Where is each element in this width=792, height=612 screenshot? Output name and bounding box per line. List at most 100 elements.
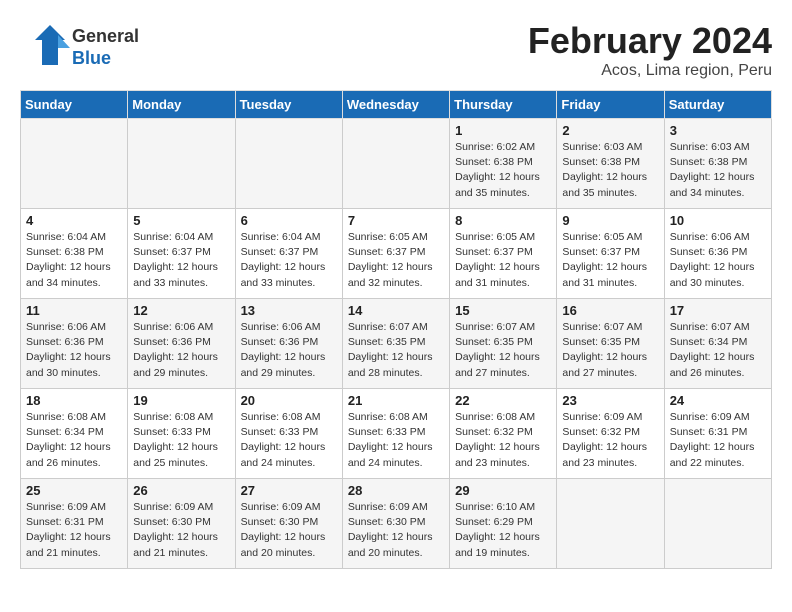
day-info: Sunrise: 6:02 AM Sunset: 6:38 PM Dayligh… <box>455 140 551 201</box>
day-number: 1 <box>455 123 551 138</box>
day-cell: 21 Sunrise: 6:08 AM Sunset: 6:33 PM Dayli… <box>342 389 449 479</box>
day-cell: 8Sunrise: 6:05 AM Sunset: 6:37 PM Daylig… <box>450 209 557 299</box>
day-cell: 14 Sunrise: 6:07 AM Sunset: 6:35 PM Dayli… <box>342 299 449 389</box>
day-number: 8 <box>455 213 551 228</box>
day-cell: 9 Sunrise: 6:05 AM Sunset: 6:37 PM Daylig… <box>557 209 664 299</box>
day-cell <box>557 479 664 569</box>
day-info: Sunrise: 6:07 AM Sunset: 6:35 PM Dayligh… <box>562 320 658 381</box>
day-info: Sunrise: 6:06 AM Sunset: 6:36 PM Dayligh… <box>26 320 122 381</box>
week-row-1: 1 Sunrise: 6:02 AM Sunset: 6:38 PM Daylig… <box>21 119 772 209</box>
day-number: 2 <box>562 123 658 138</box>
day-cell <box>342 119 449 209</box>
day-info: Sunrise: 6:06 AM Sunset: 6:36 PM Dayligh… <box>241 320 337 381</box>
day-number: 24 <box>670 393 766 408</box>
day-info: Sunrise: 6:07 AM Sunset: 6:35 PM Dayligh… <box>455 320 551 381</box>
day-cell: 20 Sunrise: 6:08 AM Sunset: 6:33 PM Dayli… <box>235 389 342 479</box>
day-info: Sunrise: 6:07 AM Sunset: 6:34 PM Dayligh… <box>670 320 766 381</box>
day-cell <box>128 119 235 209</box>
day-info: Sunrise: 6:09 AM Sunset: 6:32 PM Dayligh… <box>562 410 658 471</box>
day-info: Sunrise: 6:07 AM Sunset: 6:35 PM Dayligh… <box>348 320 444 381</box>
day-cell: 2 Sunrise: 6:03 AM Sunset: 6:38 PM Daylig… <box>557 119 664 209</box>
page-subtitle: Acos, Lima region, Peru <box>528 62 772 80</box>
day-cell: 28Sunrise: 6:09 AM Sunset: 6:30 PM Dayli… <box>342 479 449 569</box>
day-number: 9 <box>562 213 658 228</box>
day-info: Sunrise: 6:08 AM Sunset: 6:33 PM Dayligh… <box>133 410 229 471</box>
day-number: 6 <box>241 213 337 228</box>
day-number: 23 <box>562 393 658 408</box>
day-cell: 1 Sunrise: 6:02 AM Sunset: 6:38 PM Daylig… <box>450 119 557 209</box>
day-cell: 6 Sunrise: 6:04 AM Sunset: 6:37 PM Daylig… <box>235 209 342 299</box>
day-number: 3 <box>670 123 766 138</box>
logo-text-line2: Blue <box>72 48 139 70</box>
day-cell: 29Sunrise: 6:10 AM Sunset: 6:29 PM Dayli… <box>450 479 557 569</box>
calendar-table: SundayMondayTuesdayWednesdayThursdayFrid… <box>20 90 772 569</box>
day-cell: 7 Sunrise: 6:05 AM Sunset: 6:37 PM Daylig… <box>342 209 449 299</box>
day-number: 4 <box>26 213 122 228</box>
day-number: 19 <box>133 393 229 408</box>
day-number: 17 <box>670 303 766 318</box>
day-info: Sunrise: 6:09 AM Sunset: 6:30 PM Dayligh… <box>133 500 229 561</box>
header-cell-saturday: Saturday <box>664 91 771 119</box>
header-cell-monday: Monday <box>128 91 235 119</box>
day-info: Sunrise: 6:03 AM Sunset: 6:38 PM Dayligh… <box>562 140 658 201</box>
day-info: Sunrise: 6:08 AM Sunset: 6:33 PM Dayligh… <box>241 410 337 471</box>
day-cell: 13Sunrise: 6:06 AM Sunset: 6:36 PM Dayli… <box>235 299 342 389</box>
day-number: 21 <box>348 393 444 408</box>
day-info: Sunrise: 6:08 AM Sunset: 6:33 PM Dayligh… <box>348 410 444 471</box>
week-row-5: 25Sunrise: 6:09 AM Sunset: 6:31 PM Dayli… <box>21 479 772 569</box>
week-row-2: 4Sunrise: 6:04 AM Sunset: 6:38 PM Daylig… <box>21 209 772 299</box>
day-info: Sunrise: 6:08 AM Sunset: 6:34 PM Dayligh… <box>26 410 122 471</box>
day-info: Sunrise: 6:05 AM Sunset: 6:37 PM Dayligh… <box>562 230 658 291</box>
day-info: Sunrise: 6:09 AM Sunset: 6:31 PM Dayligh… <box>670 410 766 471</box>
day-info: Sunrise: 6:03 AM Sunset: 6:38 PM Dayligh… <box>670 140 766 201</box>
day-number: 16 <box>562 303 658 318</box>
week-row-3: 11 Sunrise: 6:06 AM Sunset: 6:36 PM Dayli… <box>21 299 772 389</box>
day-number: 27 <box>241 483 337 498</box>
day-number: 5 <box>133 213 229 228</box>
day-cell: 18 Sunrise: 6:08 AM Sunset: 6:34 PM Dayli… <box>21 389 128 479</box>
page-header: General Blue February 2024 Acos, Lima re… <box>20 20 772 80</box>
day-cell <box>664 479 771 569</box>
day-number: 14 <box>348 303 444 318</box>
title-block: February 2024 Acos, Lima region, Peru <box>528 20 772 80</box>
day-number: 28 <box>348 483 444 498</box>
day-number: 29 <box>455 483 551 498</box>
calendar-body: 1 Sunrise: 6:02 AM Sunset: 6:38 PM Daylig… <box>21 119 772 569</box>
header-cell-friday: Friday <box>557 91 664 119</box>
day-cell: 11 Sunrise: 6:06 AM Sunset: 6:36 PM Dayli… <box>21 299 128 389</box>
day-number: 20 <box>241 393 337 408</box>
day-info: Sunrise: 6:08 AM Sunset: 6:32 PM Dayligh… <box>455 410 551 471</box>
day-cell: 12 Sunrise: 6:06 AM Sunset: 6:36 PM Dayli… <box>128 299 235 389</box>
day-info: Sunrise: 6:06 AM Sunset: 6:36 PM Dayligh… <box>133 320 229 381</box>
day-cell: 19 Sunrise: 6:08 AM Sunset: 6:33 PM Dayli… <box>128 389 235 479</box>
day-number: 10 <box>670 213 766 228</box>
day-number: 7 <box>348 213 444 228</box>
day-number: 22 <box>455 393 551 408</box>
day-cell: 24 Sunrise: 6:09 AM Sunset: 6:31 PM Dayli… <box>664 389 771 479</box>
day-cell: 27 Sunrise: 6:09 AM Sunset: 6:30 PM Dayli… <box>235 479 342 569</box>
day-cell: 17 Sunrise: 6:07 AM Sunset: 6:34 PM Dayli… <box>664 299 771 389</box>
day-cell <box>235 119 342 209</box>
day-cell: 22 Sunrise: 6:08 AM Sunset: 6:32 PM Dayli… <box>450 389 557 479</box>
day-cell: 5Sunrise: 6:04 AM Sunset: 6:37 PM Daylig… <box>128 209 235 299</box>
day-info: Sunrise: 6:05 AM Sunset: 6:37 PM Dayligh… <box>348 230 444 291</box>
day-cell <box>21 119 128 209</box>
header-cell-sunday: Sunday <box>21 91 128 119</box>
day-cell: 3 Sunrise: 6:03 AM Sunset: 6:38 PM Daylig… <box>664 119 771 209</box>
day-number: 15 <box>455 303 551 318</box>
header-cell-tuesday: Tuesday <box>235 91 342 119</box>
day-info: Sunrise: 6:09 AM Sunset: 6:30 PM Dayligh… <box>241 500 337 561</box>
day-cell: 15 Sunrise: 6:07 AM Sunset: 6:35 PM Dayli… <box>450 299 557 389</box>
calendar-header-row: SundayMondayTuesdayWednesdayThursdayFrid… <box>21 91 772 119</box>
day-info: Sunrise: 6:09 AM Sunset: 6:31 PM Dayligh… <box>26 500 122 561</box>
day-number: 18 <box>26 393 122 408</box>
week-row-4: 18 Sunrise: 6:08 AM Sunset: 6:34 PM Dayli… <box>21 389 772 479</box>
day-number: 11 <box>26 303 122 318</box>
day-info: Sunrise: 6:06 AM Sunset: 6:36 PM Dayligh… <box>670 230 766 291</box>
logo-icon <box>20 20 70 70</box>
logo: General Blue <box>20 20 139 75</box>
day-cell: 4Sunrise: 6:04 AM Sunset: 6:38 PM Daylig… <box>21 209 128 299</box>
day-number: 26 <box>133 483 229 498</box>
day-number: 12 <box>133 303 229 318</box>
day-info: Sunrise: 6:04 AM Sunset: 6:37 PM Dayligh… <box>241 230 337 291</box>
